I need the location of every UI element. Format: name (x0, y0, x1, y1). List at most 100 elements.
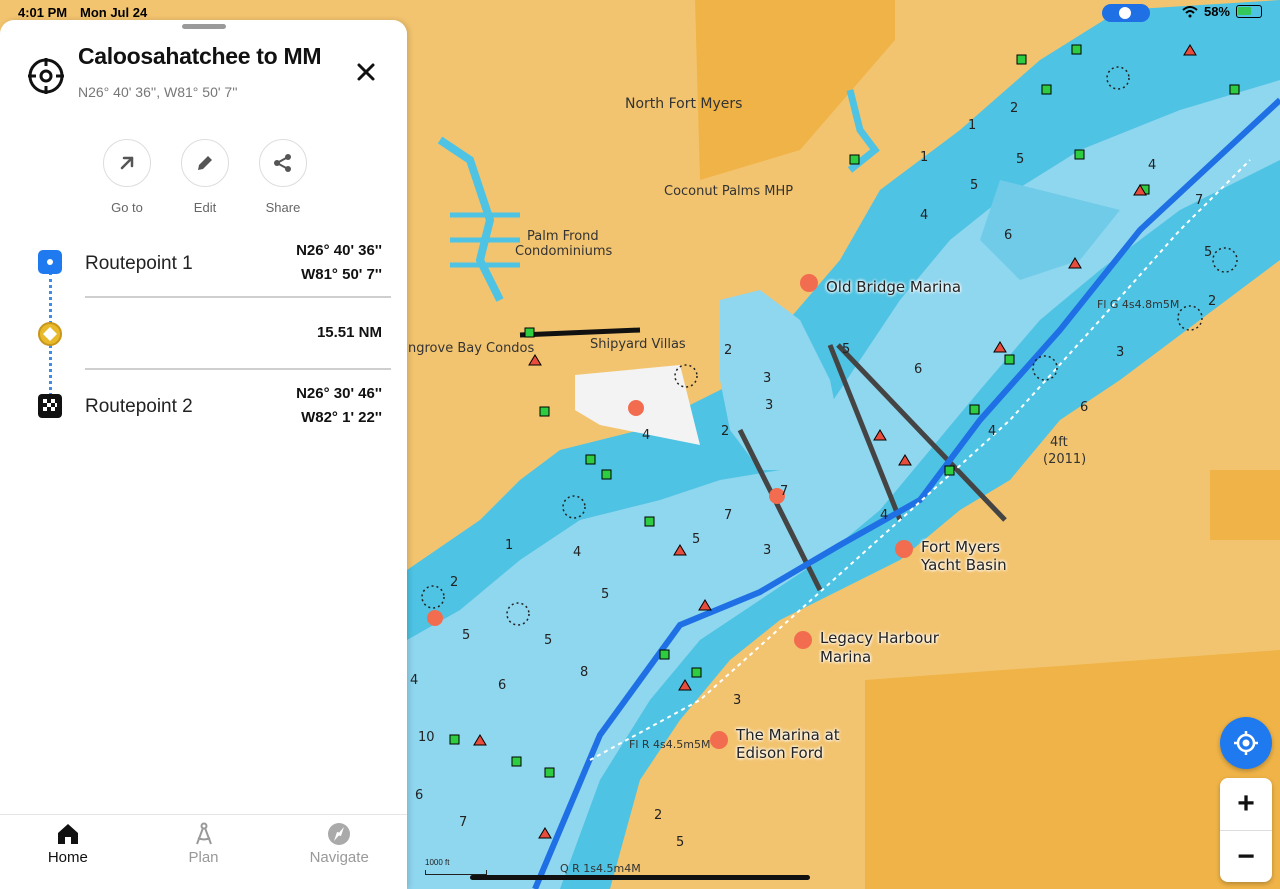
tab-navigate-label: Navigate (309, 849, 369, 866)
tab-plan[interactable]: Plan (136, 815, 272, 889)
edit-button[interactable]: Edit (180, 139, 230, 215)
routepoint-1-coords: N26° 40' 36'' W81° 50' 7'' (296, 239, 382, 287)
tab-home[interactable]: Home (0, 815, 136, 889)
depth-sounding: 4 (573, 545, 582, 560)
zoom-controls: + − (1220, 778, 1272, 882)
tab-navigate[interactable]: Navigate (271, 815, 407, 889)
routepoint-2-name: Routepoint 2 (85, 396, 193, 417)
go-to-button[interactable]: Go to (102, 139, 152, 215)
label-fort-myers[interactable]: Fort Myers (921, 538, 1000, 556)
depth-sounding: 5 (462, 628, 471, 643)
depth-sounding: 3 (765, 398, 774, 413)
status-indicators: 58% (1182, 4, 1262, 19)
depth-sounding: 2 (1010, 101, 1019, 116)
close-icon[interactable] (352, 58, 380, 86)
pencil-icon (198, 156, 212, 170)
location-target-icon (1234, 731, 1258, 755)
share-button-circle[interactable] (259, 139, 307, 187)
tab-plan-label: Plan (188, 849, 219, 866)
scale-label: 1000 ft (425, 858, 450, 867)
depth-sounding: 1 (920, 150, 929, 165)
routepoint-2-row[interactable]: Routepoint 2 N26° 30' 46'' W82° 1' 22'' (0, 376, 407, 436)
status-bar: 4:01 PM Mon Jul 24 58% (0, 0, 1280, 26)
route-title: Caloosahatchee to MM (78, 43, 322, 69)
depth-sounding: 6 (415, 788, 424, 803)
depth-sounding: 7 (724, 508, 733, 523)
label-marina-edison[interactable]: The Marina at (736, 726, 840, 744)
depth-sounding: 6 (914, 362, 923, 377)
share-icon (274, 154, 291, 172)
label-shipyard-villas: Shipyard Villas (590, 337, 686, 352)
battery-icon (1236, 5, 1262, 18)
home-indicator[interactable] (470, 875, 810, 880)
label-bridge-clearance: 4ft (1050, 435, 1068, 450)
compass-icon (195, 822, 212, 845)
routepoint-1-row[interactable]: Routepoint 1 N26° 40' 36'' W81° 50' 7'' (0, 233, 407, 293)
depth-sounding: 5 (544, 633, 553, 648)
depth-sounding: 8 (580, 665, 589, 680)
routepoint-2-lat: N26° 30' 46'' (296, 385, 382, 402)
home-icon (57, 824, 78, 844)
depth-sounding: 5 (676, 835, 685, 850)
depth-sounding: 10 (418, 730, 435, 745)
navigation-active-pill[interactable] (1102, 4, 1150, 22)
label-legacy-harbour[interactable]: Legacy Harbour (820, 629, 939, 647)
depth-sounding: 6 (1080, 400, 1089, 415)
depth-sounding: 3 (763, 543, 772, 558)
depth-sounding: 4 (642, 428, 651, 443)
routepoint-1-lat: N26° 40' 36'' (296, 242, 382, 259)
go-to-button-circle[interactable] (103, 139, 151, 187)
depth-sounding: 7 (780, 484, 789, 499)
edit-button-circle[interactable] (181, 139, 229, 187)
depth-sounding: 5 (842, 342, 851, 357)
go-to-label: Go to (111, 200, 143, 215)
tab-home-label: Home (47, 849, 88, 866)
depth-sounding: 4 (880, 508, 889, 523)
depth-sounding: 6 (498, 678, 507, 693)
depth-sounding: 1 (505, 538, 514, 553)
edit-label: Edit (193, 200, 217, 215)
routepoint-2-coords: N26° 30' 46'' W82° 1' 22'' (296, 382, 382, 430)
divider (85, 296, 391, 298)
zoom-out-button[interactable]: − (1220, 830, 1272, 882)
navigate-icon (328, 823, 351, 845)
crosshair-icon (28, 58, 64, 94)
battery-percent: 58% (1203, 4, 1230, 19)
label-mangrove-bay: ngrove Bay Condos (408, 341, 535, 356)
depth-sounding: 5 (601, 587, 610, 602)
route-coordinates: N26° 40' 36'', W81° 50' 7'' (78, 84, 238, 100)
share-button[interactable]: Share (258, 139, 308, 215)
label-light-q-r: Q R 1s4.5m4M (560, 862, 641, 875)
depth-sounding: 3 (733, 693, 742, 708)
depth-sounding: 4 (920, 208, 929, 223)
diamond-warning-icon (43, 327, 57, 341)
depth-sounding: 4 (988, 424, 997, 439)
locate-me-button[interactable] (1220, 717, 1272, 769)
depth-sounding: 3 (763, 371, 772, 386)
depth-sounding: 5 (692, 532, 701, 547)
routepoint-2-lon: W82° 1' 22'' (301, 409, 382, 426)
depth-sounding: 2 (450, 575, 459, 590)
label-legacy-marina[interactable]: Marina (820, 648, 871, 666)
label-yacht-basin[interactable]: Yacht Basin (921, 556, 1007, 574)
routepoint-1-lon: W81° 50' 7'' (301, 266, 382, 283)
depth-sounding: 1 (968, 118, 977, 133)
label-bridge-year: (2011) (1043, 452, 1087, 467)
depth-sounding: 2 (1208, 294, 1217, 309)
depth-sounding: 7 (1195, 193, 1204, 208)
depth-sounding: 3 (1116, 345, 1125, 360)
arrow-up-right-icon (120, 156, 134, 170)
status-time: 4:01 PM (18, 5, 68, 20)
routepoint-1-name: Routepoint 1 (85, 253, 193, 274)
label-edison-ford[interactable]: Edison Ford (736, 744, 823, 762)
depth-sounding: 7 (459, 815, 468, 830)
divider (85, 368, 391, 370)
route-leg-icon (38, 322, 62, 346)
label-light-fl-r: Fl R 4s4.5m5M (629, 738, 711, 751)
label-old-bridge-marina[interactable]: Old Bridge Marina (826, 278, 961, 296)
zoom-in-button[interactable]: + (1220, 778, 1272, 830)
wifi-icon (1182, 5, 1198, 17)
share-label: Share (265, 200, 301, 215)
depth-sounding: 6 (1004, 228, 1013, 243)
label-light-fl-g: Fl G 4s4.8m5M (1097, 298, 1180, 311)
